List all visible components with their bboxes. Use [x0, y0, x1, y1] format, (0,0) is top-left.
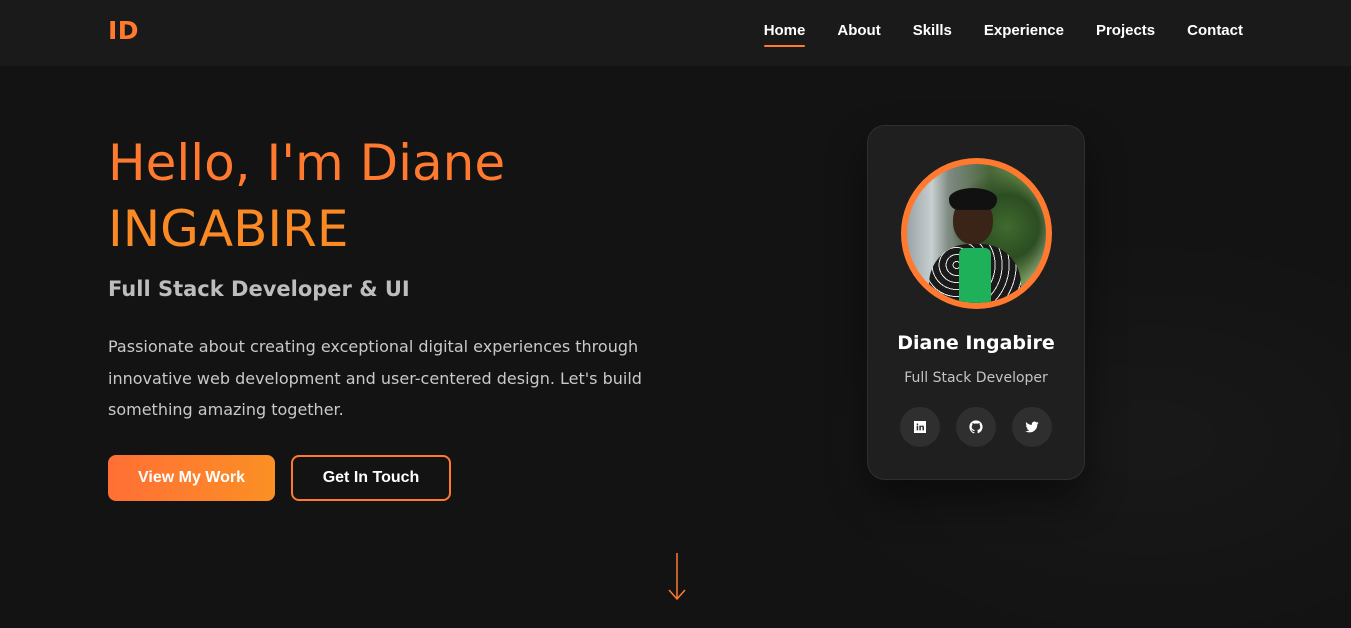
- navbar: ID Home About Skills Experience Projects…: [0, 0, 1351, 66]
- hero-subtitle: Full Stack Developer & UI: [108, 277, 410, 301]
- nav-item-about[interactable]: About: [837, 22, 880, 45]
- nav-item-contact[interactable]: Contact: [1187, 22, 1243, 45]
- profile-role: Full Stack Developer: [904, 370, 1048, 386]
- twitter-icon[interactable]: [1012, 407, 1052, 447]
- nav-item-home[interactable]: Home: [763, 22, 805, 47]
- nav-item-projects[interactable]: Projects: [1096, 22, 1155, 45]
- linkedin-icon[interactable]: [900, 407, 940, 447]
- get-in-touch-button[interactable]: Get In Touch: [291, 455, 451, 501]
- social-links: [900, 407, 1052, 447]
- nav-item-skills[interactable]: Skills: [913, 22, 952, 45]
- profile-card: Diane Ingabire Full Stack Developer: [867, 125, 1085, 480]
- avatar-ring: [901, 158, 1052, 309]
- avatar: [907, 164, 1046, 303]
- arrow-down-icon[interactable]: [667, 552, 687, 602]
- hero-description: Passionate about creating exceptional di…: [108, 337, 642, 419]
- nav-item-experience[interactable]: Experience: [984, 22, 1064, 45]
- hero-title: Hello, I'm Diane INGABIRE: [108, 130, 505, 262]
- nav-links: Home About Skills Experience Projects Co…: [763, 22, 1243, 47]
- logo[interactable]: ID: [108, 16, 139, 45]
- github-icon[interactable]: [956, 407, 996, 447]
- hero-title-line1: Hello, I'm Diane: [108, 134, 506, 192]
- hero-title-line2: INGABIRE: [108, 200, 349, 258]
- view-my-work-button[interactable]: View My Work: [108, 455, 275, 501]
- profile-name: Diane Ingabire: [897, 332, 1055, 354]
